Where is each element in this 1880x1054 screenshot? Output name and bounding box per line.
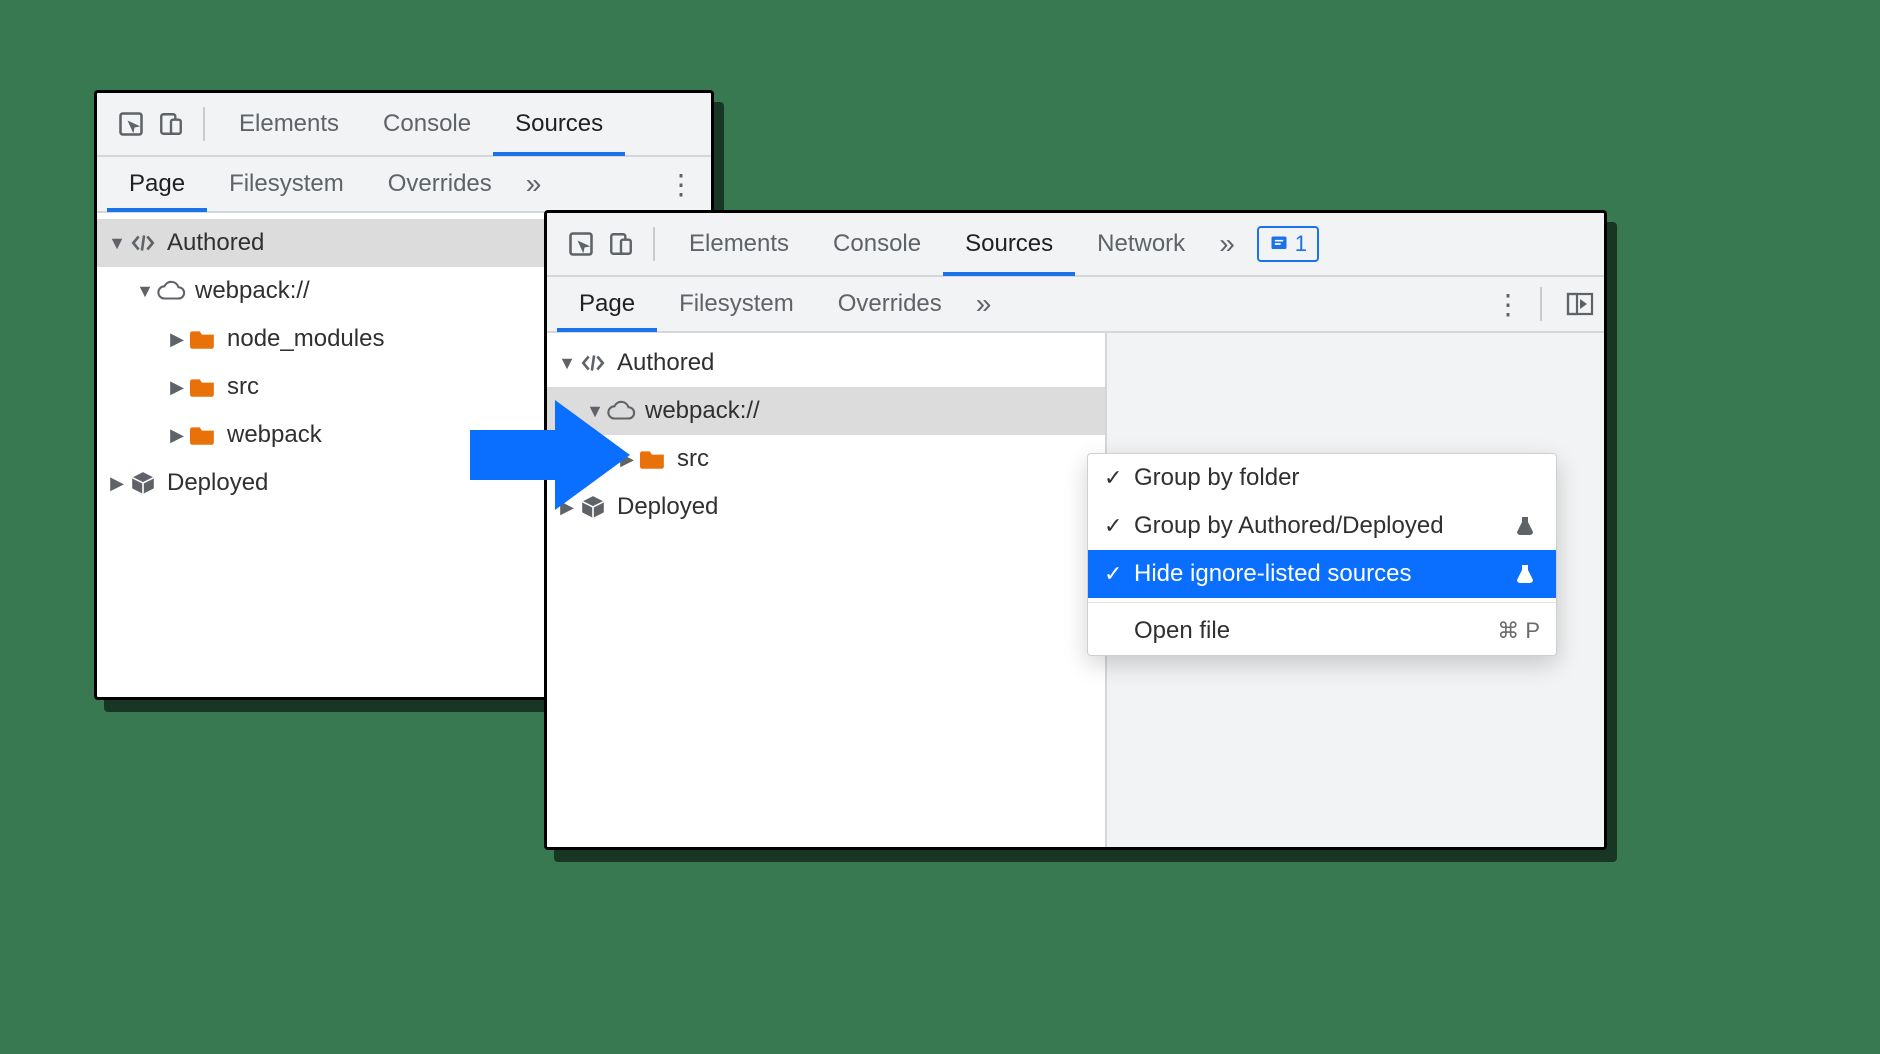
folder-icon	[187, 424, 219, 446]
tab-sources[interactable]: Sources	[493, 92, 625, 156]
disclosure-triangle-icon: ▶	[167, 425, 187, 446]
subtab-page[interactable]: Page	[107, 156, 207, 212]
menu-separator	[1088, 602, 1556, 603]
sources-subtabstrip: Page Filesystem Overrides » ⋮	[547, 277, 1604, 333]
more-tabs-icon[interactable]: »	[964, 288, 1004, 320]
tree-node-authored[interactable]: ▼ Authored	[547, 339, 1105, 387]
tab-elements[interactable]: Elements	[667, 212, 811, 276]
tree-label: Deployed	[167, 469, 268, 497]
subtab-overrides[interactable]: Overrides	[366, 156, 514, 212]
tree-label: webpack://	[195, 277, 310, 305]
menu-label: Group by folder	[1134, 464, 1540, 492]
tree-label: webpack://	[645, 397, 760, 425]
disclosure-triangle-icon: ▶	[167, 377, 187, 398]
subtab-filesystem[interactable]: Filesystem	[207, 156, 366, 212]
navigator-tree: ▼ Authored ▼ webpack:// ▶ src	[547, 333, 1107, 847]
subtab-filesystem[interactable]: Filesystem	[657, 276, 816, 332]
tree-label: webpack	[227, 421, 322, 449]
menu-item-hide-ignore-listed[interactable]: ✓ Hide ignore-listed sources	[1088, 550, 1556, 598]
more-tabs-icon[interactable]: »	[514, 168, 554, 200]
tree-label: Authored	[167, 229, 264, 257]
main-tabstrip: Elements Console Sources Network » 1	[547, 213, 1604, 277]
main-tabstrip: Elements Console Sources	[97, 93, 711, 157]
devtools-window-after: Elements Console Sources Network » 1 Pag…	[544, 210, 1607, 850]
menu-item-group-authored[interactable]: ✓ Group by Authored/Deployed	[1088, 502, 1556, 550]
kebab-menu-icon[interactable]: ⋮	[1488, 284, 1528, 324]
disclosure-triangle-icon: ▼	[107, 233, 127, 254]
tree-node-src[interactable]: ▶ src	[547, 435, 1105, 483]
device-toggle-icon[interactable]	[151, 104, 191, 144]
menu-item-open-file[interactable]: Open file ⌘ P	[1088, 607, 1556, 655]
more-tabs-icon[interactable]: »	[1207, 228, 1247, 260]
disclosure-triangle-icon: ▶	[107, 473, 127, 494]
subtab-page[interactable]: Page	[557, 276, 657, 332]
sources-subtabstrip: Page Filesystem Overrides » ⋮	[97, 157, 711, 213]
tree-node-webpack[interactable]: ▼ webpack://	[547, 387, 1105, 435]
disclosure-triangle-icon: ▶	[167, 329, 187, 350]
inspect-icon[interactable]	[111, 104, 151, 144]
check-icon: ✓	[1104, 465, 1134, 491]
cloud-icon	[155, 280, 187, 302]
tab-elements[interactable]: Elements	[217, 92, 361, 156]
flask-icon	[1516, 564, 1540, 584]
arrow-icon	[470, 400, 630, 510]
navigator-options-menu: ✓ Group by folder ✓ Group by Authored/De…	[1087, 453, 1557, 656]
menu-label: Group by Authored/Deployed	[1134, 512, 1516, 540]
divider	[1540, 287, 1542, 321]
subtab-overrides[interactable]: Overrides	[816, 276, 964, 332]
folder-icon	[637, 448, 669, 470]
tab-console[interactable]: Console	[811, 212, 943, 276]
tab-console[interactable]: Console	[361, 92, 493, 156]
tree-node-deployed[interactable]: ▶ Deployed	[547, 483, 1105, 531]
menu-label: Hide ignore-listed sources	[1134, 560, 1516, 588]
menu-shortcut: ⌘ P	[1497, 618, 1540, 644]
check-icon: ✓	[1104, 561, 1134, 587]
divider	[203, 107, 205, 141]
tree-label: node_modules	[227, 325, 384, 353]
issues-badge[interactable]: 1	[1257, 226, 1319, 262]
tab-sources[interactable]: Sources	[943, 212, 1075, 276]
tree-label: Deployed	[617, 493, 718, 521]
issues-icon	[1269, 234, 1289, 254]
menu-item-group-folder[interactable]: ✓ Group by folder	[1088, 454, 1556, 502]
device-toggle-icon[interactable]	[601, 224, 641, 264]
issues-count: 1	[1295, 231, 1307, 257]
kebab-menu-icon[interactable]: ⋮	[661, 164, 701, 204]
box-icon	[127, 470, 159, 496]
show-navigator-icon[interactable]	[1566, 292, 1594, 316]
divider	[653, 227, 655, 261]
folder-icon	[187, 376, 219, 398]
tab-network[interactable]: Network	[1075, 212, 1207, 276]
code-icon	[127, 230, 159, 256]
tree-label: src	[227, 373, 259, 401]
flask-icon	[1516, 516, 1540, 536]
tree-label: src	[677, 445, 709, 473]
folder-icon	[187, 328, 219, 350]
disclosure-triangle-icon: ▼	[135, 281, 155, 302]
disclosure-triangle-icon: ▼	[557, 353, 577, 374]
tree-label: Authored	[617, 349, 714, 377]
inspect-icon[interactable]	[561, 224, 601, 264]
menu-label: Open file	[1134, 617, 1497, 645]
check-icon: ✓	[1104, 513, 1134, 539]
code-icon	[577, 350, 609, 376]
